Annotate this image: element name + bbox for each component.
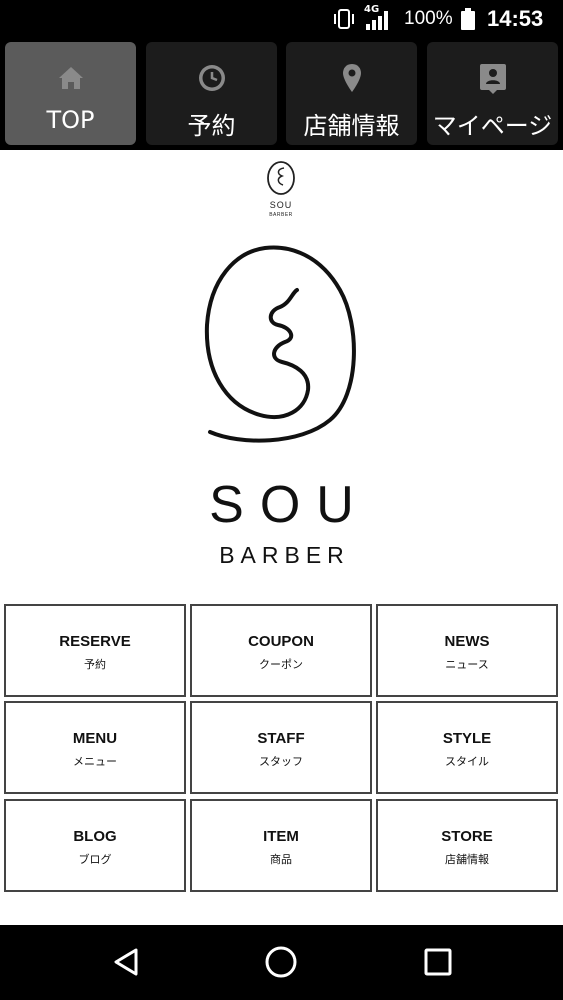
menu-label-ja: 予約: [84, 658, 106, 671]
clock-time: 14:53: [487, 6, 544, 31]
main-content: SOU BARBER SOU BARBER RESERVE 予約 COUPON …: [0, 150, 563, 925]
svg-text:BARBER: BARBER: [269, 212, 293, 218]
signal-icon: [366, 11, 388, 30]
menu-label-en: MENU: [72, 730, 118, 747]
tab-label: 予約: [187, 112, 236, 140]
recents-icon[interactable]: [420, 944, 456, 980]
member-card-icon: [479, 64, 506, 94]
menu-label-ja: ブログ: [78, 853, 112, 866]
vibrate-icon: [334, 9, 354, 29]
menu-button-menu[interactable]: MENU メニュー: [4, 701, 186, 794]
header-logo: SOU BARBER: [267, 161, 295, 218]
menu-button-staff[interactable]: STAFF スタッフ: [190, 701, 372, 794]
status-bar: 4G 100% 14:53: [0, 0, 563, 38]
menu-button-style[interactable]: STYLE スタイル: [376, 701, 558, 794]
brand-name: SOU: [209, 476, 370, 534]
menu-label-en: STORE: [441, 828, 493, 845]
top-nav: TOP 予約 店舗情報 マイページ: [0, 38, 563, 150]
menu-label-en: NEWS: [444, 633, 490, 650]
menu-label-ja: 店舗情報: [445, 853, 489, 866]
menu-label-en: STAFF: [257, 730, 305, 747]
tab-label: TOP: [46, 106, 95, 134]
clock-icon: [198, 65, 225, 91]
home-icon: [58, 67, 83, 89]
system-nav-bar: [0, 925, 563, 1000]
menu-label-ja: メニュー: [73, 755, 117, 768]
menu-label-ja: スタイル: [445, 755, 489, 768]
map-pin-icon: [342, 64, 361, 92]
menu-label-en: ITEM: [263, 828, 299, 845]
menu-button-news[interactable]: NEWS ニュース: [376, 604, 558, 697]
menu-button-store[interactable]: STORE 店舗情報: [376, 799, 558, 892]
menu-label-ja: 商品: [270, 853, 292, 866]
menu-label-en: STYLE: [442, 730, 492, 747]
tab-top[interactable]: TOP: [5, 42, 136, 145]
tab-reserve[interactable]: 予約: [146, 42, 277, 145]
back-icon[interactable]: [108, 944, 144, 980]
brand-logo-mark: [204, 245, 356, 443]
tab-label: 店舗情報: [303, 112, 400, 140]
battery-percent: 100%: [404, 8, 453, 29]
menu-button-blog[interactable]: BLOG ブログ: [4, 799, 186, 892]
home-circle-icon[interactable]: [263, 944, 299, 980]
tab-mypage[interactable]: マイページ: [427, 42, 558, 145]
tab-label: マイページ: [432, 112, 553, 140]
menu-label-en: BLOG: [73, 828, 117, 845]
menu-button-item[interactable]: ITEM 商品: [190, 799, 372, 892]
menu-label-en: COUPON: [248, 633, 314, 650]
menu-label-ja: ニュース: [445, 658, 489, 671]
menu-button-coupon[interactable]: COUPON クーポン: [190, 604, 372, 697]
menu-label-ja: スタッフ: [259, 755, 303, 768]
menu-label-en: RESERVE: [59, 633, 131, 650]
tab-store-info[interactable]: 店舗情報: [286, 42, 417, 145]
menu-label-ja: クーポン: [259, 658, 303, 671]
battery-icon: [461, 8, 475, 30]
menu-button-reserve[interactable]: RESERVE 予約: [4, 604, 186, 697]
brand-subtitle: BARBER: [219, 542, 350, 568]
svg-text:SOU: SOU: [270, 200, 293, 210]
